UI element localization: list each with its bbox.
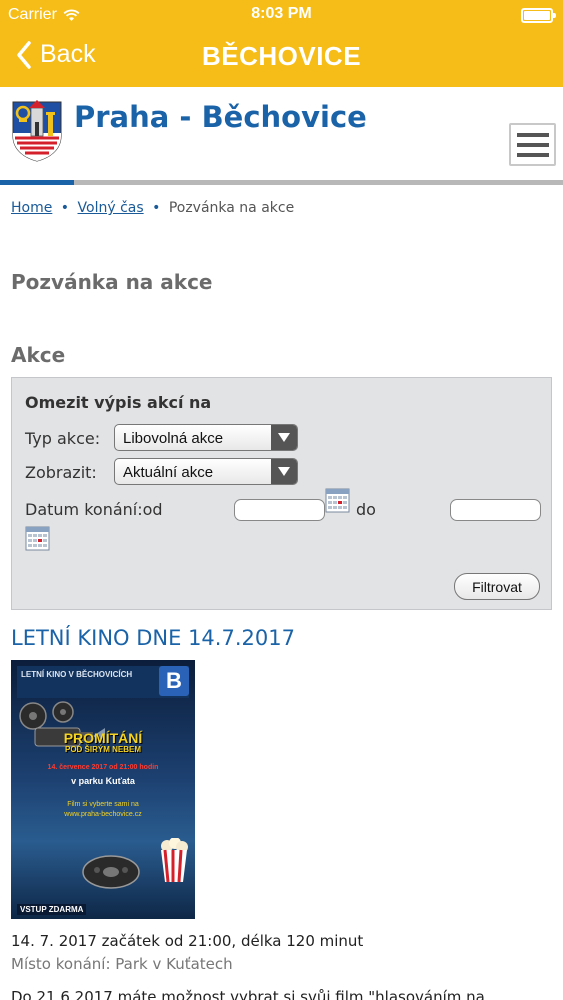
page-title: Pozvánka na akce: [11, 270, 213, 294]
status-time: 8:03 PM: [251, 5, 312, 22]
event-date-line: 14. 7. 2017 začátek od 21:00, délka 120 …: [11, 932, 364, 950]
event-type-label: Typ akce:: [25, 429, 101, 448]
film-reel-icon: [82, 855, 140, 889]
coat-of-arms-logo[interactable]: [11, 100, 63, 162]
poster-headline: PROMÍTÁNÍ POD ŠIRÝM NEBEM: [11, 730, 195, 755]
poster-footer: VSTUP ZDARMA: [17, 904, 87, 915]
event-title-link[interactable]: LETNÍ KINO DNE 14.7.2017: [11, 626, 295, 650]
breadcrumb-free-time-link[interactable]: Volný čas: [78, 200, 144, 216]
date-to-input[interactable]: [450, 499, 541, 521]
breadcrumb-separator: •: [60, 200, 70, 216]
poster-logo: B: [159, 666, 189, 696]
show-select[interactable]: Aktuální akce: [114, 458, 298, 485]
hamburger-menu-icon[interactable]: [509, 123, 556, 166]
poster-headline-line1: PROMÍTÁNÍ: [63, 730, 143, 746]
back-label: Back: [40, 40, 96, 68]
chevron-down-icon: [271, 459, 297, 484]
show-value: Aktuální akce: [123, 464, 214, 481]
status-bar: Carrier 8:03 PM: [0, 0, 563, 30]
event-type-value: Libovolná akce: [123, 430, 224, 447]
site-header: Praha - Běchovice: [0, 87, 563, 187]
popcorn-icon: [161, 838, 188, 883]
date-to-label: do: [356, 500, 376, 519]
date-from-label: Datum konání:od: [25, 500, 163, 519]
poster-web-line1: Film si vyberte sami na: [67, 801, 139, 808]
event-filter-panel: Omezit výpis akcí na Typ akce: Libovolná…: [11, 377, 552, 610]
event-type-select[interactable]: Libovolná akce: [114, 424, 298, 451]
app-top-bar: Carrier 8:03 PM Back BĚCHOVICE: [0, 0, 563, 87]
poster-date: 14. července 2017 od 21:00 hodin: [47, 764, 159, 771]
section-title: Akce: [11, 343, 66, 367]
breadcrumb-current: Pozvánka na akce: [168, 200, 295, 216]
event-description: Do 21.6.2017 máte možnost vybrat si svůj…: [11, 988, 485, 1000]
menu-line-3: [516, 152, 549, 157]
battery-icon: [521, 8, 556, 23]
calendar-icon[interactable]: [25, 526, 50, 551]
poster-place: v parku Kuťata: [71, 776, 135, 786]
menu-line-1: [516, 132, 549, 137]
site-title[interactable]: Praha - Běchovice: [74, 100, 367, 134]
filter-title: Omezit výpis akcí na: [25, 393, 212, 412]
event-place-line: Místo konání: Park v Kuťatech: [11, 955, 233, 973]
poster-web: Film si vyberte sami na www.praha-bechov…: [11, 800, 195, 820]
breadcrumb: Home • Volný čas • Pozvánka na akce: [11, 200, 294, 216]
event-poster-image[interactable]: LETNÍ KINO V BĚCHOVICÍCH B PROMÍTÁNÍ POD…: [11, 660, 195, 919]
chevron-down-icon: [271, 425, 297, 450]
poster-web-line2: www.praha-bechovice.cz: [64, 811, 142, 818]
back-button[interactable]: Back: [16, 40, 96, 69]
calendar-icon[interactable]: [325, 488, 350, 513]
header-divider: [0, 180, 563, 185]
show-label: Zobrazit:: [25, 463, 97, 482]
date-from-input[interactable]: [234, 499, 325, 521]
breadcrumb-separator: •: [152, 200, 161, 216]
breadcrumb-home-link[interactable]: Home: [11, 200, 52, 216]
menu-line-2: [516, 142, 549, 147]
chevron-left-icon: [17, 40, 31, 69]
navigation-bar: Back BĚCHOVICE: [0, 30, 563, 87]
poster-headline-line2: POD ŠIRÝM NEBEM: [64, 745, 141, 754]
filter-submit-button[interactable]: Filtrovat: [454, 573, 540, 600]
header-divider-accent: [0, 180, 74, 185]
